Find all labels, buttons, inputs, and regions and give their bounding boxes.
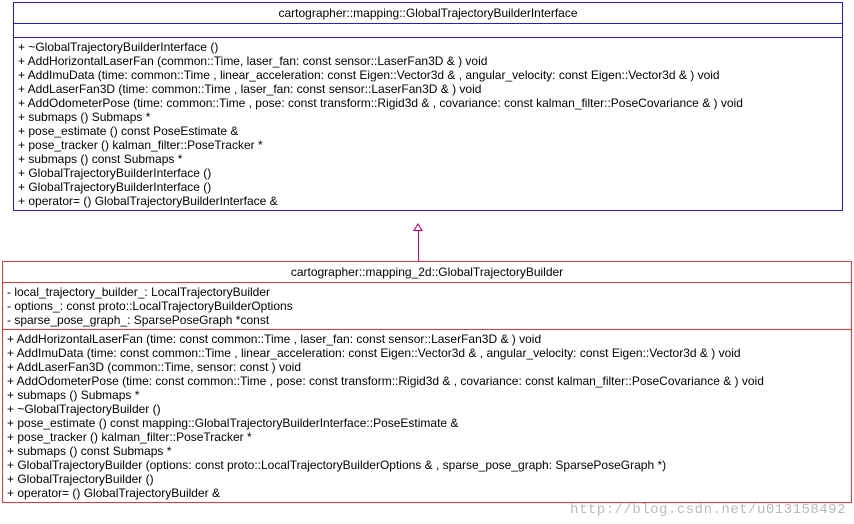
uml-field: - sparse_pose_graph_: SparsePoseGraph *c… [7, 313, 847, 327]
uml-member: + pose_estimate () const PoseEstimate & [18, 124, 838, 138]
uml-member: + AddHorizontalLaserFan (common::Time, l… [18, 54, 838, 68]
uml-operations: + AddHorizontalLaserFan (time: const com… [3, 330, 851, 502]
uml-member: + submaps () const Submaps * [7, 444, 847, 458]
uml-member: + AddHorizontalLaserFan (time: const com… [7, 332, 847, 346]
uml-field: - options_: const proto::LocalTrajectory… [7, 299, 847, 313]
uml-member: + AddImuData (time: const common::Time ,… [7, 346, 847, 360]
uml-attributes-empty [14, 24, 842, 38]
uml-member: + operator= () GlobalTrajectoryBuilderIn… [18, 194, 838, 208]
uml-member: + ~GlobalTrajectoryBuilderInterface () [18, 40, 838, 54]
uml-member: + pose_tracker () kalman_filter::PoseTra… [18, 138, 838, 152]
uml-member: + submaps () Submaps * [7, 388, 847, 402]
uml-member: + submaps () const Submaps * [18, 152, 838, 166]
uml-member: + GlobalTrajectoryBuilder (options: cons… [7, 458, 847, 472]
uml-member: + AddOdometerPose (time: common::Time , … [18, 96, 838, 110]
uml-member: + AddOdometerPose (time: const common::T… [7, 374, 847, 388]
uml-operations: + ~GlobalTrajectoryBuilderInterface () +… [14, 38, 842, 210]
uml-member: + ~GlobalTrajectoryBuilder () [7, 402, 847, 416]
uml-class-interface: cartographer::mapping::GlobalTrajectoryB… [13, 2, 843, 211]
uml-class-title: cartographer::mapping_2d::GlobalTrajecto… [3, 262, 851, 283]
uml-member: + AddImuData (time: common::Time , linea… [18, 68, 838, 82]
uml-field: - local_trajectory_builder_: LocalTrajec… [7, 285, 847, 299]
uml-member: + pose_estimate () const mapping::Global… [7, 416, 847, 430]
uml-class-implementation: cartographer::mapping_2d::GlobalTrajecto… [2, 261, 852, 503]
uml-member: + pose_tracker () kalman_filter::PoseTra… [7, 430, 847, 444]
uml-attributes: - local_trajectory_builder_: LocalTrajec… [3, 283, 851, 330]
uml-member: + GlobalTrajectoryBuilderInterface () [18, 166, 838, 180]
uml-member: + GlobalTrajectoryBuilderInterface () [18, 180, 838, 194]
uml-class-title: cartographer::mapping::GlobalTrajectoryB… [14, 3, 842, 24]
inheritance-arrow-icon [418, 231, 419, 261]
uml-member: + AddLaserFan3D (common::Time, sensor: c… [7, 360, 847, 374]
uml-member: + operator= () GlobalTrajectoryBuilder & [7, 486, 847, 500]
watermark-text: http://blog.csdn.net/u013158492 [570, 502, 846, 518]
uml-member: + submaps () Submaps * [18, 110, 838, 124]
uml-canvas: cartographer::mapping::GlobalTrajectoryB… [0, 0, 854, 524]
uml-member: + AddLaserFan3D (time: common::Time , la… [18, 82, 838, 96]
uml-member: + GlobalTrajectoryBuilder () [7, 472, 847, 486]
